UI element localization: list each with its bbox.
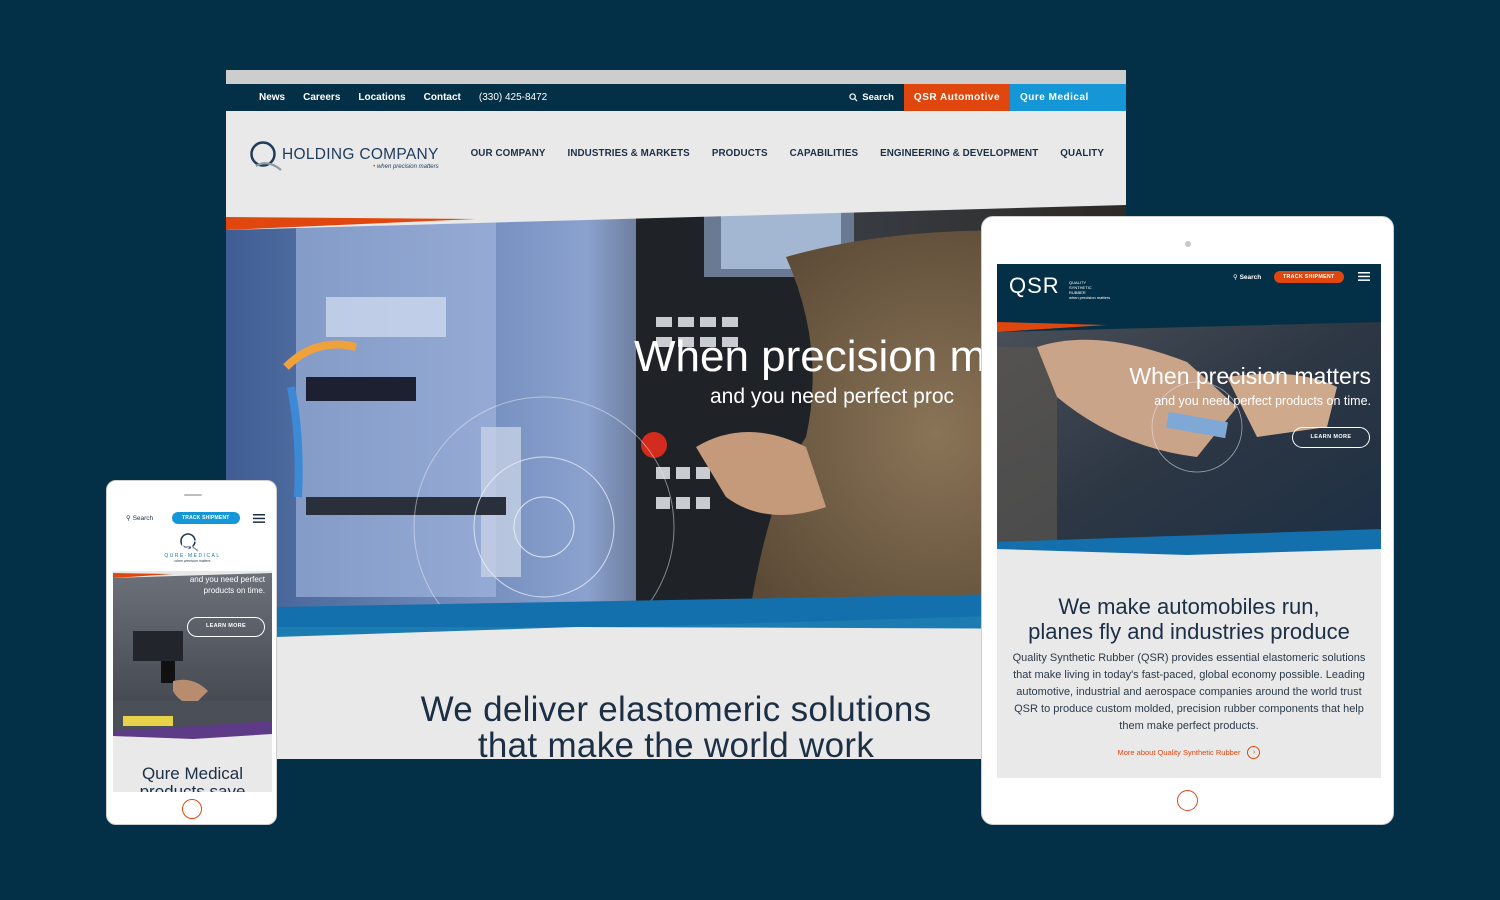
browser-chrome <box>226 70 1126 84</box>
phone-mockup: ⚲ Search TRACK SHIPMENT QURE·MEDICAL whe… <box>106 480 277 825</box>
menu-item-products[interactable]: PRODUCTS <box>712 148 768 159</box>
phone-speaker <box>184 494 202 496</box>
logo-tagline: • when precision matters <box>373 164 439 170</box>
menu-item-engineering[interactable]: ENGINEERING & DEVELOPMENT <box>880 148 1038 159</box>
phone-search-button[interactable]: ⚲ Search <box>126 514 153 522</box>
phone-home-button <box>182 799 202 819</box>
qsr-automotive-button[interactable]: QSR Automotive <box>903 84 1010 111</box>
tablet-home-button <box>1177 790 1198 811</box>
hamburger-menu-icon[interactable] <box>253 514 265 523</box>
phone-hero-image <box>113 571 272 741</box>
tablet-mockup: QSR QUALITY SYNTHETIC RUBBER when precis… <box>981 216 1394 825</box>
main-navigation: HOLDING COMPANY • when precision matters… <box>226 111 1126 197</box>
phone-track-shipment-button[interactable]: TRACK SHIPMENT <box>172 512 240 524</box>
phone-section-title: Qure Medical products save <box>139 764 246 793</box>
topbar-link-contact[interactable]: Contact <box>415 92 470 103</box>
phone-hero-subtitle: and you need perfect products on time. <box>189 575 265 595</box>
topbar-phone[interactable]: (330) 425-8472 <box>470 92 556 103</box>
tablet-search-button[interactable]: ⚲ Search <box>1233 273 1261 281</box>
q-logo-icon <box>250 141 282 171</box>
utility-bar: News Careers Locations Contact (330) 425… <box>226 84 1126 111</box>
tablet-section-body: Quality Synthetic Rubber (QSR) provides … <box>1012 652 1366 732</box>
hero-subtitle: and you need perfect proc <box>710 385 955 408</box>
tablet-screen: QSR QUALITY SYNTHETIC RUBBER when precis… <box>997 264 1381 778</box>
logo-name: HOLDING COMPANY <box>282 146 439 163</box>
tablet-learn-more-button[interactable]: LEARN MORE <box>1292 427 1370 448</box>
search-icon: ⚲ <box>126 515 131 522</box>
tablet-hero-subtitle: and you need perfect products on time. <box>1154 394 1371 408</box>
search-icon: ⚲ <box>1233 274 1238 281</box>
tablet-camera <box>1185 241 1191 247</box>
menu-item-quality[interactable]: QUALITY <box>1060 148 1104 159</box>
menu-item-our-company[interactable]: OUR COMPANY <box>471 148 546 159</box>
phone-hero-title: When precision matters <box>158 536 265 571</box>
menu-item-industries[interactable]: INDUSTRIES & MARKETS <box>568 148 690 159</box>
tablet-hero-title: When precision matters <box>1129 363 1371 389</box>
search-icon <box>849 93 858 102</box>
topbar-link-careers[interactable]: Careers <box>294 92 349 103</box>
tablet-header: QSR QUALITY SYNTHETIC RUBBER when precis… <box>997 264 1381 322</box>
topbar-link-news[interactable]: News <box>250 92 294 103</box>
qsr-logo[interactable]: QSR <box>1009 273 1060 299</box>
hero-title: When precision m <box>634 332 987 381</box>
phone-screen: ⚲ Search TRACK SHIPMENT QURE·MEDICAL whe… <box>113 508 272 792</box>
chevron-right-icon: › <box>1247 746 1261 759</box>
menu-item-capabilities[interactable]: CAPABILITIES <box>790 148 859 159</box>
phone-learn-more-button[interactable]: LEARN MORE <box>187 617 265 637</box>
track-shipment-button[interactable]: TRACK SHIPMENT <box>1274 271 1344 283</box>
tablet-section-title: We make automobiles run, planes fly and … <box>1028 594 1350 644</box>
search-label: Search <box>862 92 894 103</box>
qure-medical-button[interactable]: Qure Medical <box>1010 84 1126 111</box>
hamburger-menu-icon[interactable] <box>1358 272 1370 281</box>
search-button[interactable]: Search <box>839 92 904 103</box>
company-logo[interactable]: HOLDING COMPANY • when precision matters <box>248 139 439 173</box>
primary-menu: OUR COMPANY INDUSTRIES & MARKETS PRODUCT… <box>471 148 1104 159</box>
qsr-logo-subtext: QUALITY SYNTHETIC RUBBER when precision … <box>1069 280 1111 300</box>
tablet-more-link[interactable]: More about Quality Synthetic Rubber › <box>997 746 1381 759</box>
topbar-link-locations[interactable]: Locations <box>349 92 414 103</box>
